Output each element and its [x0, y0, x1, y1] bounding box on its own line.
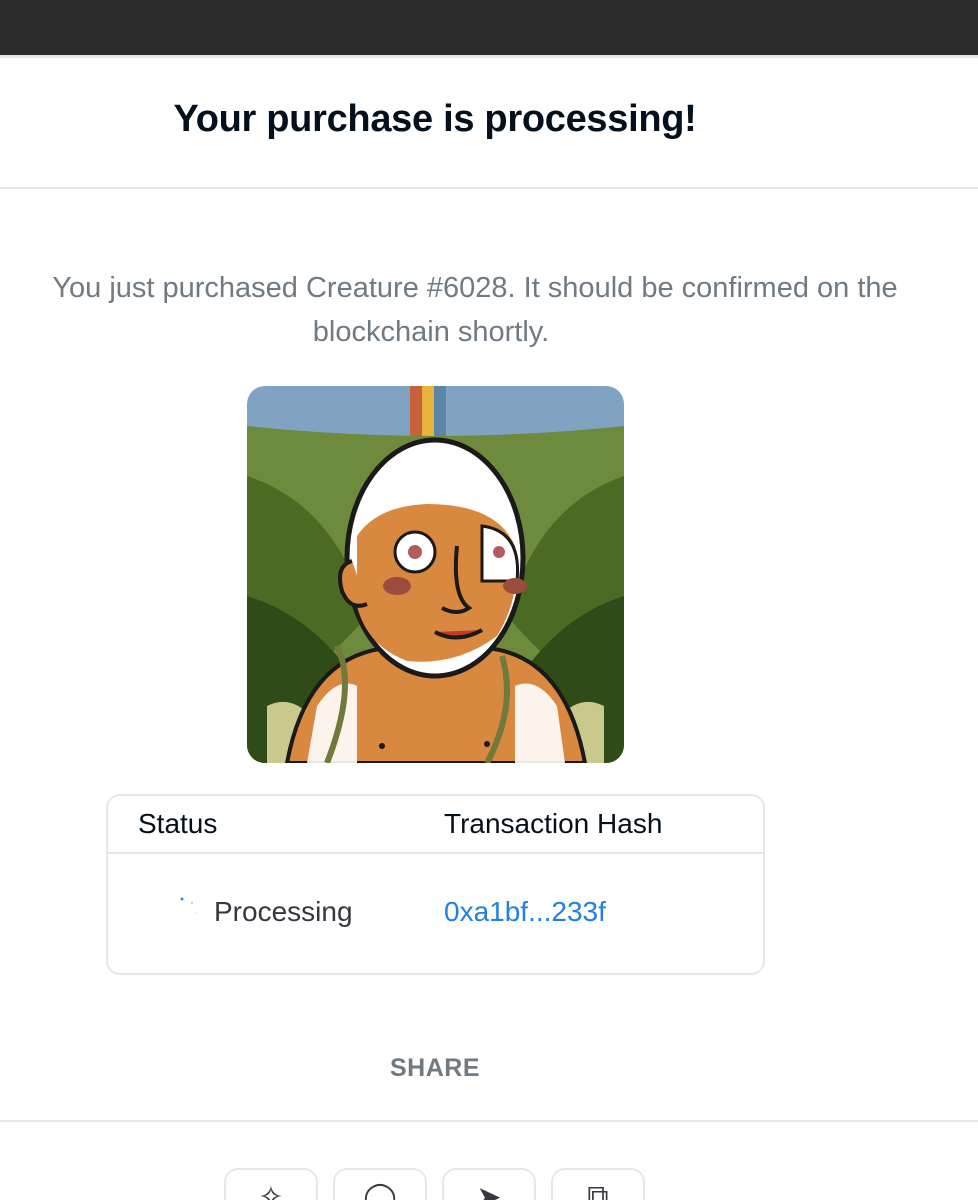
share-facebook-button[interactable]: ◯ [333, 1168, 427, 1200]
table-row: Processing 0xa1bf...233f [108, 854, 763, 975]
share-heading: SHARE [389, 1054, 480, 1082]
share-twitter-button[interactable]: ✧ [224, 1168, 318, 1200]
facebook-icon: ◯ [363, 1181, 397, 1200]
purchase-message-line-2: blockchain shortly. [312, 316, 550, 348]
share-divider [0, 1120, 978, 1122]
browser-top-bar [0, 0, 978, 55]
copy-link-button[interactable]: ⧉ [551, 1168, 645, 1200]
transaction-table-header: Status Transaction Hash [108, 796, 763, 854]
loading-spinner-icon [180, 897, 197, 914]
status-column-header: Status [138, 808, 218, 839]
share-telegram-button[interactable]: ➤ [442, 1168, 536, 1200]
transaction-hash-link[interactable]: 0xa1bf...233f [444, 896, 606, 928]
transaction-table: Status Transaction Hash Processing 0xa1b… [106, 794, 765, 975]
creature-illustration [247, 386, 624, 763]
purchase-message: You just purchased Creature #6028. It sh… [0, 266, 978, 354]
purchase-message-line-1: You just purchased Creature #6028. It sh… [52, 272, 898, 304]
hash-column-header: Transaction Hash [444, 808, 663, 839]
copy-link-icon: ⧉ [587, 1180, 609, 1200]
nft-image [247, 386, 624, 763]
telegram-icon: ➤ [476, 1181, 502, 1200]
transaction-status: Processing [214, 896, 353, 927]
modal-title: Your purchase is processing! [173, 98, 697, 140]
twitter-icon: ✧ [258, 1181, 284, 1200]
header-divider [0, 187, 978, 189]
